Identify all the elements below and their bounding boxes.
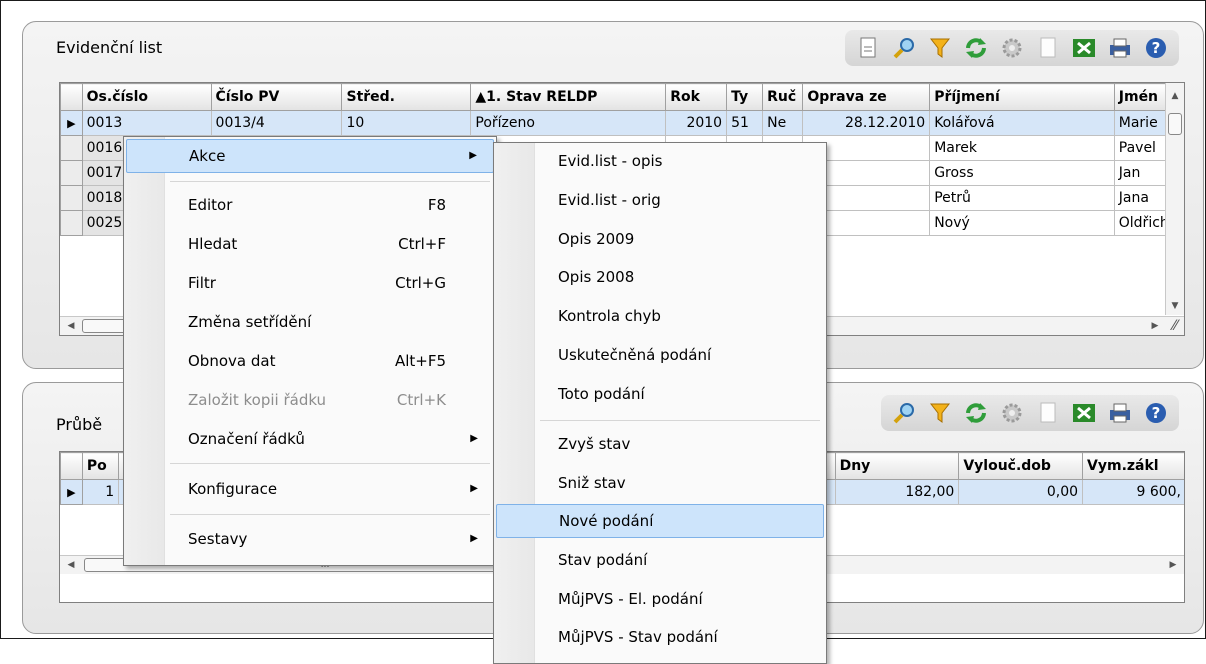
submenu-arrow-icon: ▶ bbox=[470, 483, 478, 494]
menu-item-filtr[interactable]: Filtr Ctrl+G bbox=[126, 267, 494, 299]
document-icon[interactable] bbox=[855, 35, 881, 61]
column-header[interactable]: Číslo PV bbox=[210, 83, 343, 111]
menu-separator bbox=[170, 463, 490, 464]
excel-icon[interactable] bbox=[1071, 35, 1097, 61]
menu-item-kontrola-chyb[interactable]: Kontrola chyb bbox=[496, 300, 824, 332]
column-header[interactable]: ▲1. Stav RELDP bbox=[470, 83, 667, 111]
row-indicator-header bbox=[60, 452, 83, 480]
print-icon[interactable] bbox=[1107, 35, 1133, 61]
vertical-scrollbar[interactable]: ▲ ▼ bbox=[1165, 83, 1184, 315]
column-header[interactable]: Rok bbox=[665, 83, 728, 111]
submenu-arrow-icon: ▶ bbox=[470, 533, 478, 544]
menu-separator bbox=[540, 420, 820, 421]
menu-item-opis-2009[interactable]: Opis 2009 bbox=[496, 223, 824, 255]
gear-icon[interactable] bbox=[999, 35, 1025, 61]
scroll-right-icon[interactable]: ▶ bbox=[1164, 556, 1182, 574]
blank-page-icon[interactable] bbox=[1035, 400, 1061, 426]
menu-item-zmena-setrideni[interactable]: Změna setřídění bbox=[126, 306, 494, 338]
menu-item-konfigurace[interactable]: Konfigurace ▶ bbox=[126, 473, 494, 505]
search-icon[interactable] bbox=[891, 35, 917, 61]
refresh-icon[interactable] bbox=[963, 400, 989, 426]
menu-item-editor[interactable]: Editor F8 bbox=[126, 189, 494, 221]
print-icon[interactable] bbox=[1107, 400, 1133, 426]
context-menu: Akce ▶ Editor F8 Hledat Ctrl+F Filtr Ctr… bbox=[123, 136, 497, 566]
svg-text:?: ? bbox=[1152, 404, 1161, 422]
menu-item-mujpvs-el-podani[interactable]: MůjPVS - El. podání bbox=[496, 583, 824, 615]
menu-item-opis-2008[interactable]: Opis 2008 bbox=[496, 261, 824, 293]
submenu-arrow-icon: ▶ bbox=[469, 150, 477, 161]
table-row[interactable]: ▶ 0013 0013/4 10 Pořízeno 2010 51 Ne 28.… bbox=[60, 110, 1184, 136]
menu-item-evid-list-orig[interactable]: Evid.list - orig bbox=[496, 184, 824, 216]
panel-title: Průbě bbox=[56, 415, 103, 434]
column-header[interactable]: Os.číslo bbox=[81, 83, 212, 111]
menu-item-mujpvs-stav-podani[interactable]: MůjPVS - Stav podání bbox=[496, 621, 824, 653]
blank-page-icon[interactable] bbox=[1035, 35, 1061, 61]
column-header[interactable]: Dny bbox=[834, 452, 960, 480]
menu-item-akce[interactable]: Akce ▶ bbox=[126, 139, 494, 173]
row-indicator-header bbox=[60, 83, 83, 111]
toolbar: ? bbox=[845, 30, 1179, 66]
submenu-akce: Evid.list - opis Evid.list - orig Opis 2… bbox=[493, 142, 827, 664]
menu-separator bbox=[170, 514, 490, 515]
menu-item-toto-podani[interactable]: Toto podání bbox=[496, 378, 824, 410]
filter-icon[interactable] bbox=[927, 400, 953, 426]
column-header[interactable]: Ruč bbox=[762, 83, 804, 111]
scroll-up-icon[interactable]: ▲ bbox=[1166, 87, 1184, 105]
menu-item-obnova-dat[interactable]: Obnova dat Alt+F5 bbox=[126, 345, 494, 377]
refresh-icon[interactable] bbox=[963, 35, 989, 61]
row-pointer-icon: ▶ bbox=[60, 110, 83, 136]
panel-title: Evidenční list bbox=[56, 38, 163, 57]
menu-item-hledat[interactable]: Hledat Ctrl+F bbox=[126, 228, 494, 260]
menu-item-uskutecnena-podani[interactable]: Uskutečněná podání bbox=[496, 339, 824, 371]
header-row: Os.číslo Číslo PV Střed. ▲1. Stav RELDP … bbox=[60, 83, 1184, 111]
menu-item-sestavy[interactable]: Sestavy ▶ bbox=[126, 523, 494, 555]
help-icon[interactable]: ? bbox=[1143, 35, 1169, 61]
column-header[interactable]: Ty bbox=[726, 83, 764, 111]
scroll-thumb[interactable] bbox=[1168, 113, 1182, 135]
column-header[interactable]: Oprava ze bbox=[802, 83, 931, 111]
excel-icon[interactable] bbox=[1071, 400, 1097, 426]
toolbar: ? bbox=[881, 395, 1179, 431]
search-icon[interactable] bbox=[891, 400, 917, 426]
gear-icon[interactable] bbox=[999, 400, 1025, 426]
menu-item-zvys-stav[interactable]: Zvyš stav bbox=[496, 428, 824, 460]
menu-separator bbox=[170, 181, 490, 182]
filter-icon[interactable] bbox=[927, 35, 953, 61]
column-header[interactable]: Po bbox=[81, 452, 120, 480]
menu-item-stav-podani[interactable]: Stav podání bbox=[496, 544, 824, 576]
menu-item-evid-list-opis[interactable]: Evid.list - opis bbox=[496, 145, 824, 177]
column-header[interactable]: Příjmení bbox=[929, 83, 1115, 111]
scroll-left-icon[interactable]: ◀ bbox=[62, 556, 80, 574]
scroll-down-icon[interactable]: ▼ bbox=[1166, 297, 1184, 315]
svg-text:?: ? bbox=[1152, 39, 1161, 57]
row-pointer-icon: ▶ bbox=[60, 479, 83, 505]
help-icon[interactable]: ? bbox=[1143, 400, 1169, 426]
resize-grip-icon[interactable]: ⁄⁄ bbox=[1166, 317, 1184, 335]
menu-item-oznaceni-radku[interactable]: Označení řádků ▶ bbox=[126, 423, 494, 455]
menu-item-nove-podani[interactable]: Nové podání bbox=[496, 504, 824, 538]
scroll-left-icon[interactable]: ◀ bbox=[62, 317, 80, 335]
column-header[interactable]: Vylouč.dob bbox=[958, 452, 1084, 480]
menu-item-zalozit-kopii[interactable]: Založit kopii řádku Ctrl+K bbox=[126, 384, 494, 416]
submenu-arrow-icon: ▶ bbox=[470, 433, 478, 444]
column-header[interactable]: Střed. bbox=[341, 83, 472, 111]
menu-item-sniz-stav[interactable]: Sniž stav bbox=[496, 467, 824, 499]
scroll-right-icon[interactable]: ▶ bbox=[1146, 317, 1164, 335]
column-header[interactable]: Vym.zákl bbox=[1082, 452, 1184, 480]
window-frame: Evidenční list ? Os.číslo Číslo PV Střed… bbox=[0, 0, 1206, 664]
